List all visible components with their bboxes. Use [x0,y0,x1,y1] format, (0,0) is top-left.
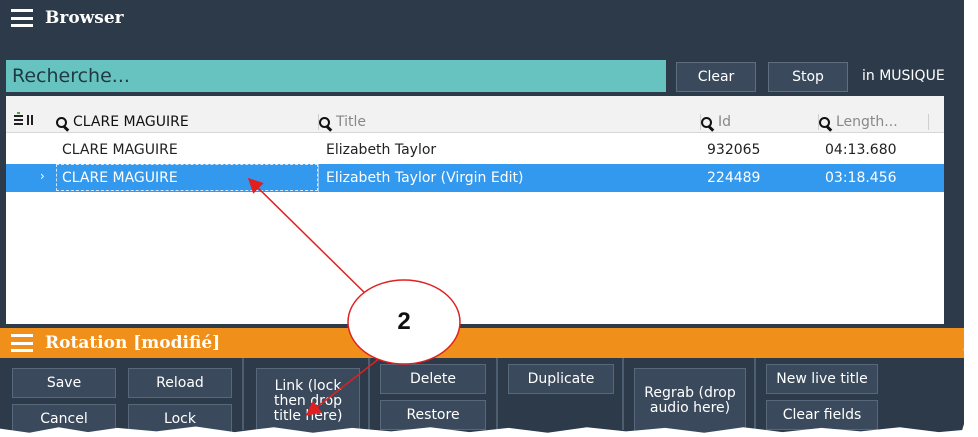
save-button[interactable]: Save [12,368,116,398]
table-row-selected[interactable]: › CLARE MAGUIRE Elizabeth Taylor (Virgin… [6,164,944,192]
regrab-button[interactable]: Regrab (drop audio here) [634,368,746,434]
table-header: CLARE MAGUIRE Title Id Length... [6,96,944,133]
search-scope-label: in MUSIQUE [862,68,945,84]
duplicate-button[interactable]: Duplicate [508,364,614,394]
menu-icon[interactable] [11,334,33,352]
results-table: CLARE MAGUIRE Title Id Length... CLARE M… [6,96,944,324]
browser-title: Browser [45,8,124,28]
search-input[interactable] [6,60,666,92]
stop-button[interactable]: Stop [768,62,848,92]
column-header-id[interactable]: Id [701,112,819,132]
browser-header: Browser [0,0,964,36]
rotation-title: Rotation [modifié] [45,333,221,353]
table-row[interactable]: CLARE MAGUIRE Elizabeth Taylor 932065 04… [6,136,944,164]
rotation-toolbar: Save Reload Cancel Lock Link (lock then … [0,358,964,437]
column-header-artist[interactable]: CLARE MAGUIRE [56,112,319,132]
clear-button[interactable]: Clear [676,62,756,92]
new-live-title-button[interactable]: New live title [766,364,878,394]
link-button[interactable]: Link (lock then drop title here) [256,368,360,434]
search-icon [819,116,830,128]
reload-button[interactable]: Reload [128,368,232,398]
menu-icon[interactable] [11,9,33,27]
column-chooser-icon[interactable] [14,112,40,126]
restore-button[interactable]: Restore [380,400,486,430]
search-bar: Clear Stop in MUSIQUE [0,60,964,92]
clear-fields-button[interactable]: Clear fields [766,400,878,430]
app-window: Browser Clear Stop in MUSIQUE CLARE MAGU… [0,0,964,437]
search-icon [319,116,330,128]
delete-button[interactable]: Delete [380,364,486,394]
column-header-length[interactable]: Length... [819,112,929,132]
column-header-title[interactable]: Title [319,112,701,132]
chevron-right-icon[interactable]: › [40,169,45,183]
search-icon [701,116,712,128]
search-icon [56,116,67,128]
annotation-callout-number: 2 [397,308,411,335]
rotation-header: Rotation [modifié] [0,328,964,358]
